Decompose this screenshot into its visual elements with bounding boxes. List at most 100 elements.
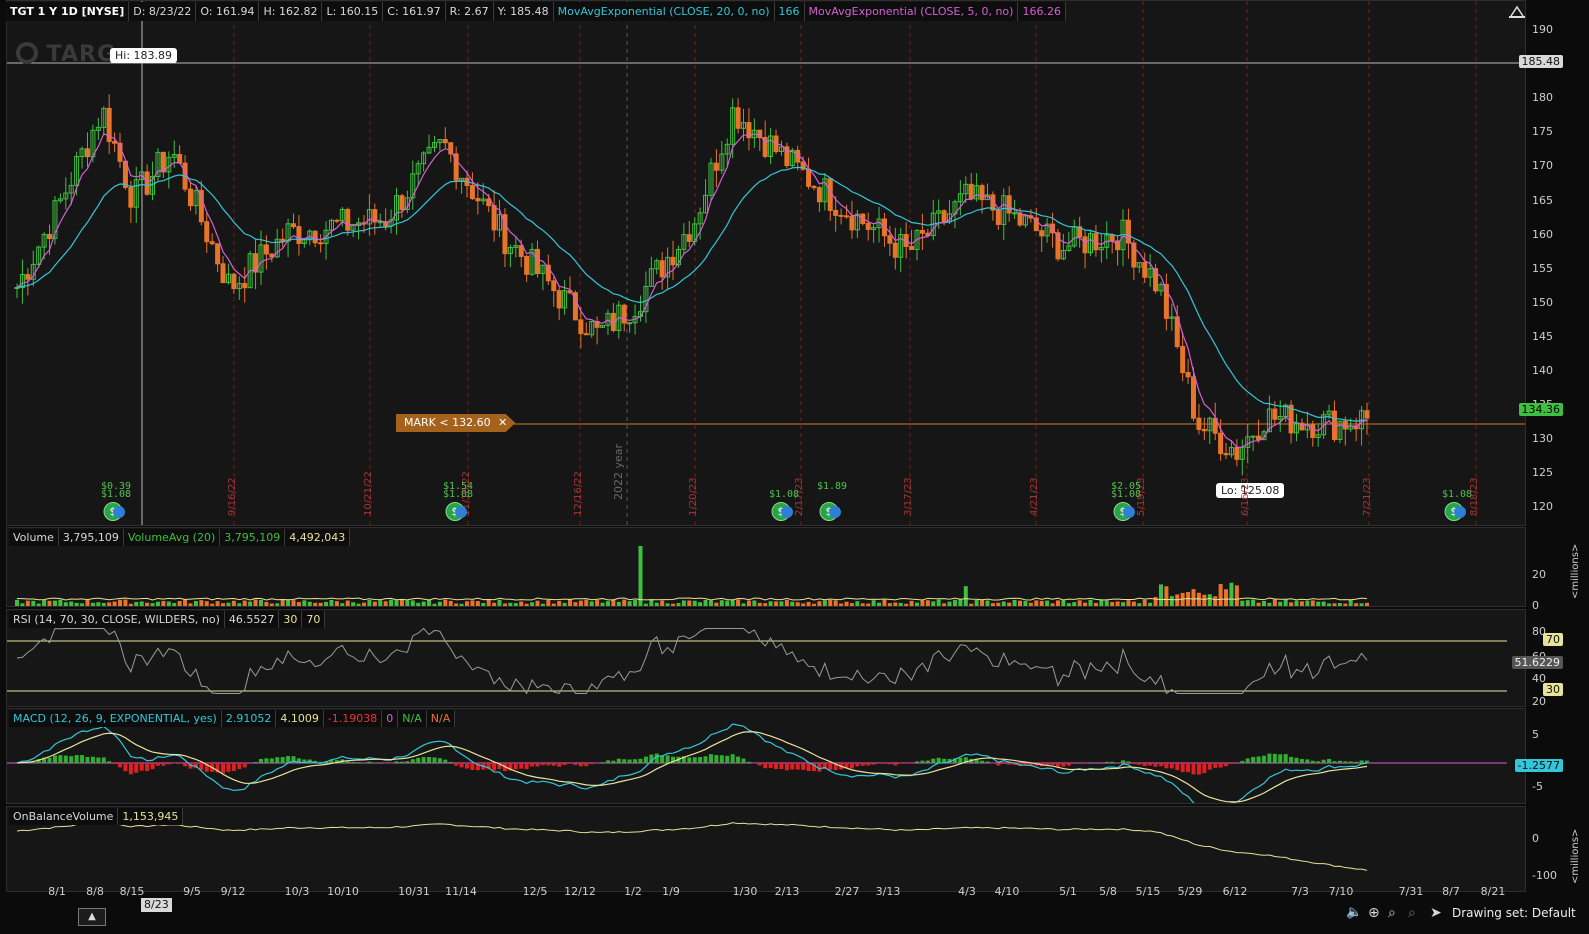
macd-histogram-bar	[269, 758, 274, 763]
macd-histogram-bar	[551, 763, 556, 766]
macd-title[interactable]: MACD (12, 26, 9, EXPONENTIAL, yes)	[9, 710, 222, 727]
volume-bar	[1148, 602, 1153, 606]
cursor-tool-icon[interactable]: ➤	[1430, 905, 1442, 921]
candle-body	[1185, 372, 1191, 378]
time-axis-label: 5/15	[1135, 885, 1161, 898]
date-marker-label: 4/21/23	[1029, 477, 1040, 516]
macd-histogram-bar	[1354, 761, 1359, 763]
macd-histogram-bar	[394, 761, 399, 763]
volume-bar	[291, 600, 296, 606]
drawing-set-label[interactable]: Drawing set: Default	[1452, 906, 1576, 920]
macd-histogram-bar	[470, 763, 475, 770]
volume-pane[interactable]: Volume 3,795,109 VolumeAvg (20) 3,795,10…	[6, 527, 1526, 607]
macd-histogram-bar	[638, 758, 643, 763]
volume-bar	[714, 602, 719, 606]
macd-histogram-bar	[399, 761, 404, 763]
macd-histogram-bar	[605, 760, 610, 763]
macd-histogram-bar	[74, 755, 79, 763]
macd-histogram-bar	[573, 763, 578, 766]
macd-histogram-bar	[96, 757, 101, 763]
obv-axis[interactable]: 0 -100 <millions>	[1526, 806, 1589, 892]
macd-histogram-bar	[996, 763, 1001, 766]
high-label: H: 162.82	[259, 2, 323, 21]
time-axis-label: 8/1	[48, 885, 66, 898]
macd-pane[interactable]: MACD (12, 26, 9, EXPONENTIAL, yes) 2.910…	[6, 708, 1526, 804]
volume-bar	[389, 599, 394, 606]
price-pane[interactable]	[6, 0, 1526, 526]
volume-bar	[502, 603, 507, 606]
macd-histogram-bar	[546, 763, 551, 766]
collapse-button[interactable]: ▲	[78, 908, 106, 926]
macd-histogram-bar	[779, 763, 784, 770]
candle-body	[1223, 453, 1229, 456]
volume-bar	[595, 600, 600, 606]
volume-bar	[557, 600, 562, 606]
volume-bar	[649, 599, 654, 606]
macd-histogram-bar	[806, 763, 811, 772]
price-axis-tick: 160	[1532, 227, 1553, 241]
volume-title[interactable]: Volume	[9, 529, 59, 546]
rsi-axis[interactable]: 80 60 40 20 70 51.6229 30	[1511, 609, 1589, 708]
volume-bar	[497, 599, 502, 606]
candle-body	[995, 209, 1001, 225]
volume-bar	[568, 599, 573, 606]
volume-bar	[69, 601, 74, 606]
volume-bar	[210, 603, 215, 606]
volume-axis[interactable]: 20 0 <millions>	[1526, 527, 1589, 612]
close-icon[interactable]: ✕	[498, 416, 507, 429]
volume-bar	[221, 603, 226, 606]
macd-histogram-bar	[1245, 758, 1250, 763]
drawing-toggle-icon[interactable]	[1509, 4, 1525, 18]
macd-histogram-bar	[703, 756, 708, 763]
rsi-title[interactable]: RSI (14, 70, 30, CLOSE, WILDERS, no)	[9, 611, 225, 628]
zoom-out-icon[interactable]: ⌕	[1408, 905, 1416, 921]
crosshair-icon[interactable]: ⊕	[1368, 905, 1380, 921]
volume-bar	[990, 603, 995, 606]
volume-bar	[839, 603, 844, 606]
volume-bar	[600, 602, 605, 606]
volume-bar	[204, 601, 209, 606]
macd-histogram-bar	[698, 757, 703, 763]
volume-bar	[844, 601, 849, 606]
volume-bar	[779, 601, 784, 606]
candle-body	[941, 210, 947, 223]
watermark-logo: TARG	[16, 42, 116, 67]
macd-axis[interactable]: 5 -5 -1.2577	[1514, 708, 1589, 804]
volume-bar	[324, 601, 329, 606]
zoom-in-icon[interactable]: ⌕	[1388, 905, 1396, 921]
volume-bar	[643, 603, 648, 606]
volume-bar	[877, 602, 882, 606]
macd-histogram-bar	[931, 758, 936, 763]
macd-histogram-bar	[221, 763, 226, 774]
macd-histogram-bar	[47, 757, 52, 763]
price-chart[interactable]	[7, 1, 1526, 526]
macd-histogram-bar	[123, 763, 128, 772]
mark-order-label[interactable]: MARK < 132.60 ✕	[396, 414, 516, 432]
rsi-pane[interactable]: RSI (14, 70, 30, CLOSE, WILDERS, no) 46.…	[6, 609, 1526, 707]
volume-avg-label[interactable]: VolumeAvg (20)	[123, 529, 221, 546]
macd-histogram-bar	[757, 763, 762, 766]
volume-bar	[1045, 600, 1050, 606]
volume-bar	[383, 601, 388, 606]
candle-body	[442, 139, 448, 144]
volume-bar	[286, 599, 291, 606]
macd-histogram-bar	[1104, 761, 1109, 763]
volume-bar	[519, 601, 524, 606]
volume-bar	[42, 599, 47, 606]
candle-body	[318, 242, 324, 245]
price-axis[interactable]: 1901851801751701651601551501451401351301…	[1518, 0, 1589, 526]
ma20-label[interactable]: MovAvgExponential (CLOSE, 20, 0, no)	[553, 2, 775, 21]
date-marker-label: 12/16/22	[573, 471, 584, 516]
volume-bar	[177, 600, 182, 606]
symbol-label[interactable]: TGT 1 Y 1D [NYSE]	[6, 2, 130, 21]
price-axis-tick: 165	[1532, 193, 1553, 207]
ma5-label[interactable]: MovAvgExponential (CLOSE, 5, 0, no)	[804, 2, 1019, 21]
obv-title[interactable]: OnBalanceVolume	[9, 808, 119, 825]
cursor-price-tag: 185.48	[1518, 55, 1563, 68]
sound-icon[interactable]: 🔈	[1346, 905, 1362, 920]
macd-histogram-bar	[540, 763, 545, 766]
candle-body	[84, 148, 90, 158]
obv-pane[interactable]: OnBalanceVolume 1,153,945	[6, 806, 1526, 892]
candle-body	[220, 263, 226, 284]
date-marker-label: 3/17/23	[903, 477, 914, 516]
